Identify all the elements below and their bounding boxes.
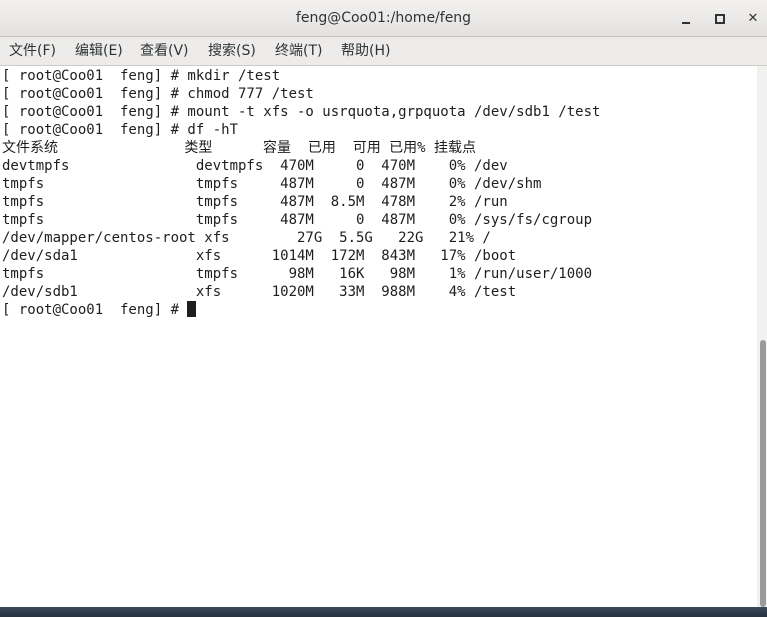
maximize-icon: [715, 14, 725, 24]
menu-file[interactable]: 文件(F): [9, 37, 56, 66]
minimize-button[interactable]: [676, 9, 696, 29]
title-bar[interactable]: feng@Coo01:/home/feng ✕: [0, 0, 767, 37]
vertical-scrollbar[interactable]: [757, 66, 767, 607]
terminal-line: /dev/sda1 xfs 1014M 172M 843M 17% /boot: [2, 248, 517, 264]
menu-help[interactable]: 帮助(H): [341, 37, 390, 66]
menu-edit[interactable]: 编辑(E): [75, 37, 123, 66]
terminal-line: [ root@Coo01 feng] # mount -t xfs -o usr…: [2, 104, 601, 120]
minimize-icon: [682, 22, 690, 24]
maximize-button[interactable]: [709, 9, 729, 29]
menu-search[interactable]: 搜索(S): [208, 37, 256, 66]
terminal-line: [ root@Coo01 feng] # mkdir /test: [2, 68, 281, 84]
terminal-prompt: [ root@Coo01 feng] #: [2, 302, 188, 318]
terminal-line: tmpfs tmpfs 487M 0 487M 0% /sys/fs/cgrou…: [2, 212, 593, 228]
text-cursor: [187, 301, 197, 317]
terminal-line: tmpfs tmpfs 487M 8.5M 478M 2% /run: [2, 194, 508, 210]
window-title: feng@Coo01:/home/feng: [295, 10, 472, 26]
terminal-line: tmpfs tmpfs 98M 16K 98M 1% /run/user/100…: [2, 266, 593, 282]
menu-terminal[interactable]: 终端(T): [275, 37, 322, 66]
close-button[interactable]: ✕: [743, 9, 763, 29]
terminal-line: tmpfs tmpfs 487M 0 487M 0% /dev/shm: [2, 176, 542, 192]
terminal-line: devtmpfs devtmpfs 470M 0 470M 0% /dev: [2, 158, 508, 174]
terminal-line: /dev/mapper/centos-root xfs 27G 5.5G 22G…: [2, 230, 491, 246]
menu-bar: 文件(F) 编辑(E) 查看(V) 搜索(S) 终端(T) 帮助(H): [0, 37, 767, 66]
terminal-line: [ root@Coo01 feng] # chmod 777 /test: [2, 86, 314, 102]
scrollbar-thumb[interactable]: [760, 340, 766, 607]
terminal-prompt-line: [ root@Coo01 feng] #: [2, 301, 197, 319]
terminal-line: /dev/sdb1 xfs 1020M 33M 988M 4% /test: [2, 284, 517, 300]
terminal-output[interactable]: [ root@Coo01 feng] # mkdir /test [ root@…: [0, 66, 757, 607]
terminal-window: feng@Coo01:/home/feng ✕ 文件(F) 编辑(E) 查看(V…: [0, 0, 767, 607]
terminal-line: 文件系统 类型 容量 已用 可用 已用% 挂载点: [2, 140, 477, 156]
menu-view[interactable]: 查看(V): [140, 37, 189, 66]
terminal-line: [ root@Coo01 feng] # df -hT: [2, 122, 239, 138]
close-icon: ✕: [747, 11, 759, 26]
desktop-background: [0, 607, 767, 617]
